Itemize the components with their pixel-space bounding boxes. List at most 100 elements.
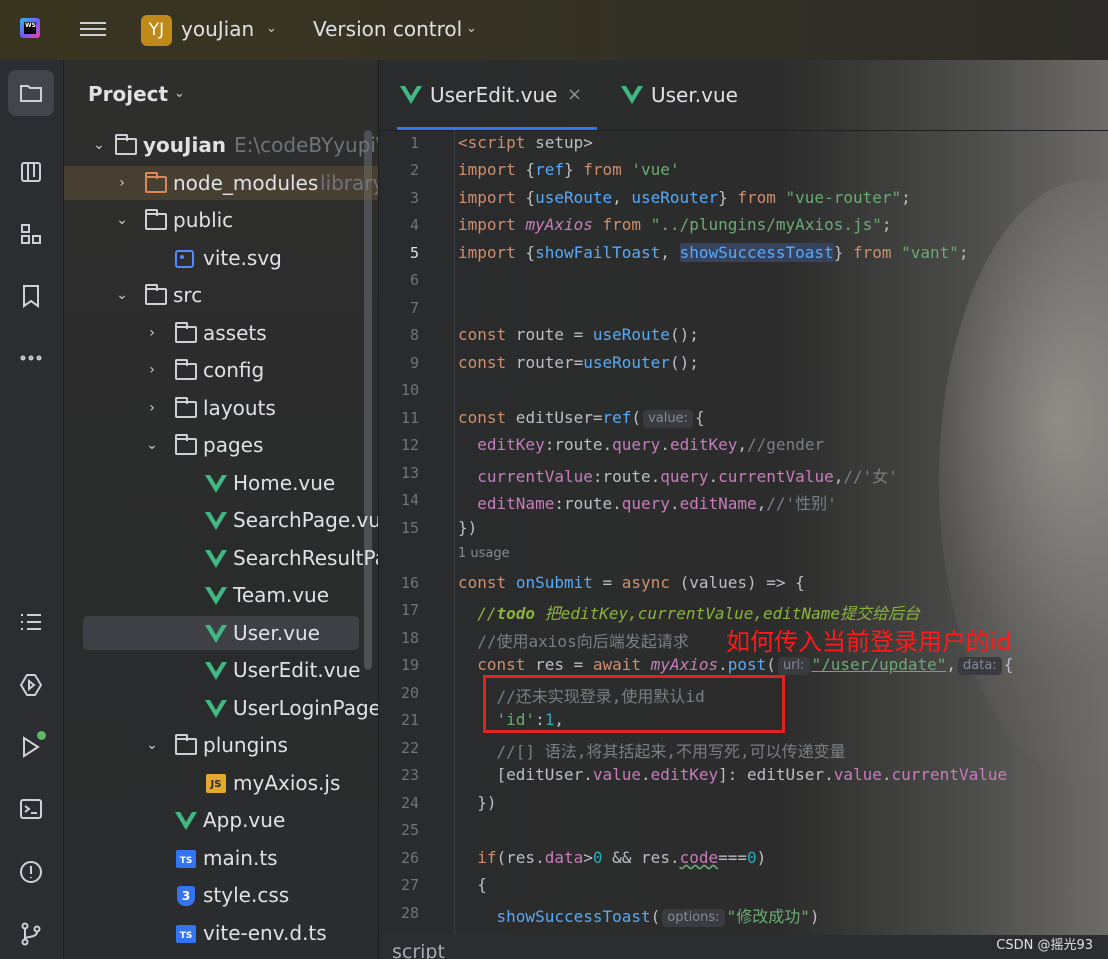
tree-item-label: src <box>173 283 203 307</box>
tree-item[interactable]: ⌄ public <box>64 203 378 237</box>
chevron-right-icon[interactable]: › <box>115 166 129 200</box>
line-number: 23 <box>400 766 419 784</box>
chevron-down-icon[interactable]: ⌄ <box>466 21 477 36</box>
line-number: 19 <box>400 656 419 674</box>
code-area[interactable]: 1 2 3 4 5 6 7 8 9 10 11 12 13 14 15 16 1… <box>379 130 1108 959</box>
chevron-down-icon[interactable]: ⌄ <box>174 86 185 101</box>
line-number: 6 <box>409 271 419 289</box>
problems-icon[interactable] <box>8 849 54 895</box>
tree-item-label: public <box>173 208 234 232</box>
code-line: const res = await myAxios.post(url: "/use… <box>477 655 1014 675</box>
tree-item-hint: library <box>320 171 379 195</box>
tree-item-selected[interactable]: User.vue <box>64 616 378 650</box>
folder-icon <box>175 322 197 343</box>
vcs-widget[interactable]: Version control <box>313 17 462 41</box>
tree-item-label: node_modules <box>173 171 319 195</box>
tree-item-label: UserLoginPage <box>233 696 379 720</box>
tree-item-label: config <box>203 358 265 382</box>
tree-item[interactable]: 3 style.css <box>64 878 378 912</box>
chevron-down-icon[interactable]: ⌄ <box>145 728 159 762</box>
code-line: currentValue:route.query.currentValue,//… <box>477 467 898 486</box>
line-number: 12 <box>400 436 419 454</box>
tab-label: UserEdit.vue <box>430 83 558 107</box>
more-icon[interactable] <box>8 335 54 381</box>
tree-item-label: vite.svg <box>203 246 282 270</box>
tree-item[interactable]: Team.vue <box>64 578 378 612</box>
tab-user[interactable]: User.vue <box>619 60 749 130</box>
tree-item[interactable]: › layouts <box>64 391 378 425</box>
chevron-down-icon[interactable]: ⌄ <box>115 203 129 237</box>
main-menu-icon[interactable] <box>80 18 106 40</box>
tree-item-label: Home.vue <box>233 471 336 495</box>
line-number: 22 <box>400 739 419 757</box>
services-icon[interactable] <box>8 662 54 708</box>
webstorm-icon[interactable]: WS <box>20 18 40 38</box>
js-file-icon: JS <box>206 774 226 793</box>
chevron-down-icon[interactable]: ⌄ <box>145 428 159 462</box>
line-number: 11 <box>400 409 419 427</box>
tree-item-label: layouts <box>203 396 276 420</box>
bookmark-icon[interactable] <box>8 273 54 319</box>
code-line: const router=useRouter(); <box>458 353 699 372</box>
project-tool-window: Project ⌄ ⌄ youJian E:\codeBYyupi\ › nod… <box>64 60 379 959</box>
code-line: }) <box>477 793 497 812</box>
line-number: 7 <box>409 299 419 317</box>
tree-item[interactable]: › assets <box>64 316 378 350</box>
vue-file-icon <box>205 700 227 718</box>
tree-item-label: SearchResultPa <box>233 546 379 570</box>
code-line: }) <box>458 518 478 537</box>
chevron-down-icon[interactable]: ⌄ <box>115 278 129 312</box>
tree-item[interactable]: ⌄ plungins <box>64 728 378 762</box>
tree-item[interactable]: JS myAxios.js <box>64 766 378 800</box>
line-number: 13 <box>400 464 419 482</box>
chevron-down-icon[interactable]: ⌄ <box>92 128 106 162</box>
tree-item-hint: E:\codeBYyupi\ <box>234 133 379 157</box>
git-icon[interactable] <box>8 911 54 957</box>
plugins-icon[interactable] <box>8 211 54 257</box>
todo-icon[interactable] <box>8 599 54 645</box>
terminal-icon[interactable] <box>8 786 54 832</box>
line-number: 9 <box>409 354 419 372</box>
chevron-right-icon[interactable]: › <box>145 353 159 387</box>
tree-item[interactable]: TS vite-env.d.ts <box>64 916 378 950</box>
folder-icon[interactable] <box>8 70 54 116</box>
run-icon[interactable] <box>8 724 54 770</box>
tree-item[interactable]: ⌄ youJian E:\codeBYyupi\ <box>64 128 378 162</box>
tree-item[interactable]: vite.svg <box>64 241 378 275</box>
editor-tabs: UserEdit.vue × User.vue <box>379 60 1108 131</box>
code-line: const onSubmit = async (values) => { <box>458 573 805 592</box>
tree-item[interactable]: ⌄ src <box>64 278 378 312</box>
tree-item[interactable]: UserLoginPage <box>64 691 378 725</box>
tree-item[interactable]: TS main.ts <box>64 841 378 875</box>
tree-item[interactable]: › config <box>64 353 378 387</box>
line-number: 8 <box>409 326 419 344</box>
tree-item[interactable]: SearchPage.vu <box>64 503 378 537</box>
project-badge[interactable]: YJ <box>141 15 172 46</box>
structure-icon[interactable] <box>8 149 54 195</box>
tree-item[interactable]: UserEdit.vue <box>64 653 378 687</box>
project-name[interactable]: youJian <box>181 17 254 41</box>
tree-item[interactable]: Home.vue <box>64 466 378 500</box>
tree-item[interactable]: ⌄ pages <box>64 428 378 462</box>
inlay-hint: options: <box>662 909 725 927</box>
chevron-down-icon[interactable]: ⌄ <box>266 21 277 36</box>
close-icon[interactable]: × <box>567 60 582 130</box>
chevron-right-icon[interactable]: › <box>145 391 159 425</box>
code-line: { <box>477 875 487 894</box>
tree-item-label: SearchPage.vu <box>233 508 379 532</box>
chevron-right-icon[interactable]: › <box>145 316 159 350</box>
vue-file-icon <box>205 475 227 493</box>
line-number: 18 <box>400 629 419 647</box>
tree-item[interactable]: › node_modules library <box>64 166 378 200</box>
tree-item[interactable]: App.vue <box>64 803 378 837</box>
watermark: CSDN @摇光93 <box>996 938 1093 953</box>
tab-useredit[interactable]: UserEdit.vue × <box>397 60 597 130</box>
folder-icon <box>175 734 197 755</box>
line-number: 21 <box>400 711 419 729</box>
project-panel-title[interactable]: Project <box>88 82 168 106</box>
inlay-hint: url: <box>777 657 810 675</box>
tree-item[interactable]: SearchResultPa <box>64 541 378 575</box>
editor: UserEdit.vue × User.vue 1 2 3 4 5 6 7 8 … <box>379 60 1108 959</box>
code-line: import myAxios from "../plungins/myAxios… <box>458 215 892 234</box>
usage-hint[interactable]: 1 usage <box>458 546 510 561</box>
